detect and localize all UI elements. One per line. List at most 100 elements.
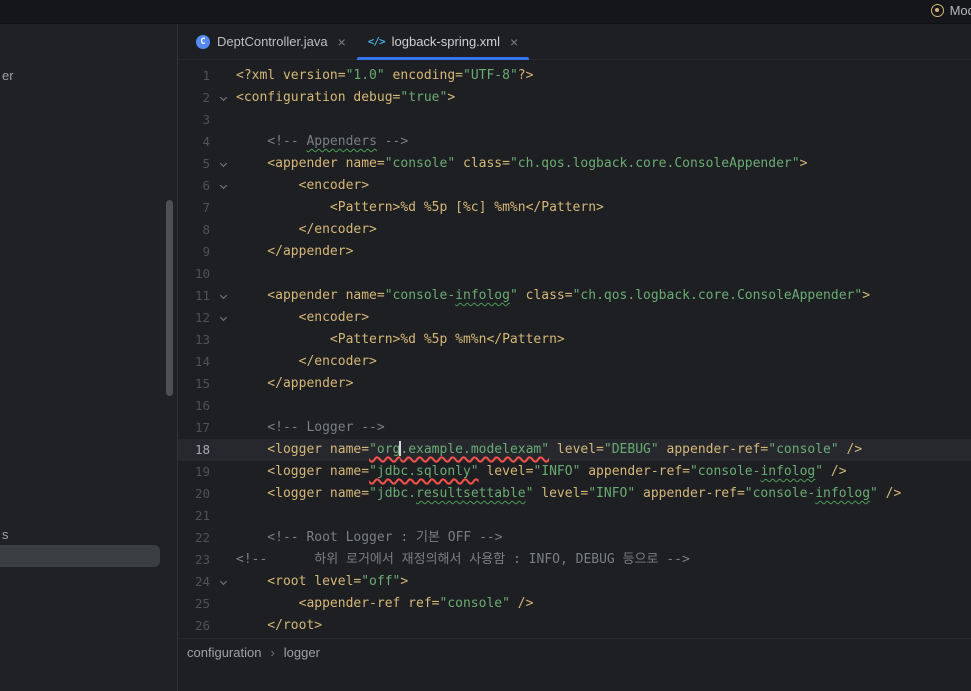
code-segment: <!-- 하위 로거에서 재정의해서 사용함 : INFO, DEBUG 등으로… bbox=[236, 552, 690, 567]
code-segment: > bbox=[400, 574, 409, 589]
tab-close-icon[interactable]: × bbox=[338, 35, 346, 49]
code-editor[interactable]: 1 <?xml version="1.0" encoding="UTF-8"?> 2… bbox=[178, 60, 971, 638]
code-segment: Appenders bbox=[306, 134, 377, 149]
editor-line[interactable]: 1 <?xml version="1.0" encoding="UTF-8"?> bbox=[178, 65, 971, 87]
editor-line[interactable]: 13 <Pattern>%d %5p %m%n</Pattern> bbox=[178, 329, 971, 351]
fold-chevron-icon[interactable] bbox=[210, 87, 236, 109]
editor-line[interactable]: 5 <appender name="console" class="ch.qos… bbox=[178, 153, 971, 175]
code-segment: "ch.qos.logback.core.ConsoleAppender" bbox=[572, 288, 863, 303]
model-selector[interactable]: Model bbox=[930, 3, 971, 18]
editor-line[interactable]: 17 <!-- Logger --> bbox=[178, 417, 971, 439]
editor-line[interactable]: 9 </appender> bbox=[178, 241, 971, 263]
code-segment: > bbox=[799, 156, 808, 171]
xml-file-icon: </> bbox=[367, 35, 386, 48]
breadcrumb-configuration[interactable]: configuration bbox=[187, 645, 261, 660]
code-segment: "INFO" bbox=[588, 486, 636, 501]
code-segment: level= bbox=[478, 464, 534, 479]
editor-line[interactable]: 6 <encoder> bbox=[178, 175, 971, 197]
line-number: 18 bbox=[194, 442, 210, 457]
editor-line[interactable]: 3 bbox=[178, 109, 971, 131]
editor-line[interactable]: 12 <encoder> bbox=[178, 307, 971, 329]
tree-item-fragment-bottom[interactable]: s bbox=[2, 527, 9, 542]
sidebar-selected-row[interactable] bbox=[0, 545, 160, 567]
editor-line[interactable]: 7 <Pattern>%d %5p [%c] %m%n</Pattern> bbox=[178, 197, 971, 219]
model-label: Model bbox=[949, 3, 971, 18]
code-segment: <appender name= bbox=[236, 156, 385, 171]
code-segment: <logger name= bbox=[236, 486, 370, 501]
titlebar: Model bbox=[0, 0, 971, 24]
code-segment: .example.modelexam" bbox=[400, 442, 550, 457]
code-text: <appender-ref ref="console" /> bbox=[236, 593, 971, 615]
code-segment: "jdbc.sqlonly" bbox=[369, 464, 479, 479]
editor-line[interactable]: 26 </root> bbox=[178, 615, 971, 637]
code-text: <encoder> bbox=[236, 307, 971, 329]
code-segment: <?xml version= bbox=[236, 68, 346, 83]
project-sidebar[interactable]: er s bbox=[0, 24, 178, 691]
editor-line[interactable]: 24 <root level="off"> bbox=[178, 571, 971, 593]
editor-line[interactable]: 8 </encoder> bbox=[178, 219, 971, 241]
code-segment: <encoder> bbox=[236, 178, 370, 193]
code-text: <logger name="jdbc.sqlonly" level="INFO"… bbox=[236, 461, 971, 483]
code-segment: </root> bbox=[236, 618, 323, 633]
editor-line[interactable]: 19 <logger name="jdbc.sqlonly" level="IN… bbox=[178, 461, 971, 483]
code-segment: <Pattern>%d %5p [%c] %m%n</Pattern> bbox=[236, 200, 604, 215]
tree-item-fragment-top[interactable]: er bbox=[2, 68, 14, 83]
editor-line[interactable]: 2 <configuration debug="true"> bbox=[178, 87, 971, 109]
line-number: 1 bbox=[202, 68, 210, 83]
line-number: 14 bbox=[194, 354, 210, 369]
code-segment: "console- bbox=[689, 464, 761, 479]
fold-chevron-icon[interactable] bbox=[210, 175, 236, 197]
editor-line[interactable]: 16 bbox=[178, 395, 971, 417]
editor-line[interactable]: 10 bbox=[178, 263, 971, 285]
fold-chevron-icon[interactable] bbox=[210, 307, 236, 329]
code-segment: appender-ref= bbox=[635, 486, 745, 501]
line-number: 9 bbox=[202, 244, 210, 259]
fold-chevron-icon[interactable] bbox=[210, 571, 236, 593]
code-segment: "org bbox=[369, 442, 401, 457]
editor-line[interactable]: 18 <logger name="org.example.modelexam" … bbox=[178, 439, 971, 461]
code-segment: <logger name= bbox=[236, 442, 370, 457]
code-segment: "console- bbox=[384, 288, 456, 303]
line-number: 3 bbox=[202, 112, 210, 127]
fold-chevron-icon[interactable] bbox=[210, 285, 236, 307]
fold-chevron-icon[interactable] bbox=[210, 153, 236, 175]
line-number: 11 bbox=[194, 288, 210, 303]
code-text: </appender> bbox=[236, 373, 971, 395]
editor-line[interactable]: 4 <!-- Appenders --> bbox=[178, 131, 971, 153]
editor-line[interactable]: 25 <appender-ref ref="console" /> bbox=[178, 593, 971, 615]
code-text: <logger name="jdbc.resultsettable " level… bbox=[236, 483, 971, 505]
editor-line[interactable]: 15 </appender> bbox=[178, 373, 971, 395]
editor-line[interactable]: 14 </encoder> bbox=[178, 351, 971, 373]
line-number: 22 bbox=[194, 530, 210, 545]
code-segment: <!-- Logger --> bbox=[236, 420, 385, 435]
code-segment: infolog bbox=[760, 464, 816, 479]
code-segment: infolog bbox=[455, 288, 510, 303]
sidebar-scrollbar[interactable] bbox=[166, 200, 173, 396]
tab-close-icon[interactable]: × bbox=[510, 35, 518, 49]
code-text: <Pattern>%d %5p %m%n</Pattern> bbox=[236, 329, 971, 351]
editor-line[interactable]: 20 <logger name="jdbc.resultsettable " le… bbox=[178, 483, 971, 505]
code-segment: "ch.qos.logback.core.ConsoleAppender" bbox=[509, 156, 800, 171]
tab-logback-spring.xml[interactable]: </> logback-spring.xml × bbox=[356, 24, 530, 60]
editor-line[interactable]: 21 bbox=[178, 505, 971, 527]
line-number: 4 bbox=[202, 134, 210, 149]
editor-line[interactable]: 22 <!-- Root Logger : 기본 OFF --> bbox=[178, 527, 971, 549]
editor-line[interactable]: 23 <!-- 하위 로거에서 재정의해서 사용함 : INFO, DEBUG 등… bbox=[178, 549, 971, 571]
breadcrumb-logger[interactable]: logger bbox=[284, 645, 320, 660]
main-split: er s C DeptController.java × </> logback-spr… bbox=[0, 24, 971, 691]
code-text: <Pattern>%d %5p [%c] %m%n</Pattern> bbox=[236, 197, 971, 219]
code-text: <!-- Root Logger : 기본 OFF --> bbox=[236, 527, 971, 549]
tab-DeptController.java[interactable]: C DeptController.java × bbox=[185, 24, 357, 59]
code-segment: level= bbox=[549, 442, 604, 457]
code-text: </appender> bbox=[236, 241, 971, 263]
editor-line[interactable]: 11 <appender name="console-infolog" clas… bbox=[178, 285, 971, 307]
code-text: <logger name="org.example.modelexam" lev… bbox=[236, 439, 971, 461]
